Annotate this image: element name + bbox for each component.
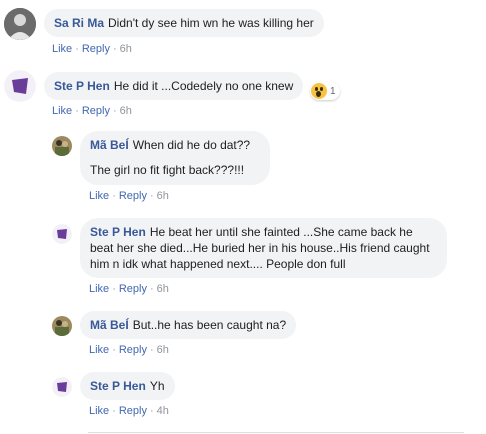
comment-author[interactable]: Mã BeÍ — [90, 138, 129, 152]
profile-photo-purple-icon — [4, 70, 36, 102]
avatar[interactable] — [4, 70, 36, 102]
reaction-number: 1 — [330, 85, 336, 97]
comment-text: But..he has been caught na? — [132, 318, 287, 332]
wow-reaction-icon — [311, 83, 327, 99]
comment-author[interactable]: Mã BeÍ — [90, 318, 129, 332]
comment-author[interactable]: Ste P Hen — [90, 379, 146, 393]
like-link[interactable]: Like — [52, 105, 72, 117]
reply-link[interactable]: Reply — [119, 283, 147, 295]
comment-bubble: Mã BeÍ When did he do dat?? The girl no f… — [80, 131, 270, 185]
reply-link[interactable]: Reply — [119, 190, 147, 202]
avatar[interactable] — [52, 224, 72, 244]
divider — [88, 432, 464, 433]
profile-photo-couple-icon — [52, 316, 72, 336]
comment-actions: Like · Reply · 6h — [52, 43, 132, 55]
timestamp[interactable]: 6h — [157, 344, 169, 356]
avatar[interactable] — [52, 316, 72, 336]
reply-link[interactable]: Reply — [82, 105, 110, 117]
comment-actions: Like · Reply · 6h — [89, 190, 169, 202]
comment-actions: Like · Reply · 6h — [52, 105, 132, 117]
like-link[interactable]: Like — [52, 43, 72, 55]
comment-actions: Like · Reply · 6h — [89, 283, 169, 295]
timestamp[interactable]: 6h — [157, 190, 169, 202]
avatar[interactable] — [52, 377, 72, 397]
timestamp[interactable]: 6h — [120, 43, 132, 55]
comment-bubble: Mã BeÍ But..he has been caught na? — [80, 311, 297, 339]
comment-actions: Like · Reply · 6h — [89, 344, 169, 356]
reply-link[interactable]: Reply — [119, 405, 147, 417]
comment-bubble: Ste P Hen Yh — [80, 372, 175, 400]
comment-bubble: Ste P Hen He did it ...Codedely no one kn… — [44, 72, 304, 100]
like-link[interactable]: Like — [89, 190, 109, 202]
like-link[interactable]: Like — [89, 405, 109, 417]
comment-text: When did he do dat?? — [132, 138, 251, 152]
comment-text-line-2: The girl no fit fight back???!!! — [90, 163, 245, 177]
timestamp[interactable]: 4h — [157, 405, 169, 417]
comment-text: Yh — [149, 379, 165, 393]
comment-author[interactable]: Ste P Hen — [54, 79, 110, 93]
profile-photo-dark-icon — [4, 8, 36, 40]
comment-author[interactable]: Ste P Hen — [90, 225, 146, 239]
profile-photo-purple-icon — [52, 377, 72, 397]
timestamp[interactable]: 6h — [120, 105, 132, 117]
profile-photo-couple-icon — [52, 136, 72, 156]
comment-bubble: Ste P Hen He beat her until she fainted .… — [80, 218, 447, 278]
comment-text: He did it ...Codedely no one knew — [113, 79, 294, 93]
like-link[interactable]: Like — [89, 344, 109, 356]
timestamp[interactable]: 6h — [157, 283, 169, 295]
comment-text: Didn't dy see him wn he was killing her — [108, 16, 314, 30]
comment-author[interactable]: Sa Ri Ma — [54, 16, 104, 30]
like-link[interactable]: Like — [89, 283, 109, 295]
comment-bubble: Sa Ri Ma Didn't dy see him wn he was kill… — [44, 9, 324, 37]
avatar[interactable] — [52, 136, 72, 156]
reply-link[interactable]: Reply — [82, 43, 110, 55]
profile-photo-purple-icon — [52, 224, 72, 244]
reaction-count[interactable]: 1 — [310, 82, 340, 100]
avatar[interactable] — [4, 8, 36, 40]
comment-actions: Like · Reply · 4h — [89, 405, 169, 417]
reply-link[interactable]: Reply — [119, 344, 147, 356]
